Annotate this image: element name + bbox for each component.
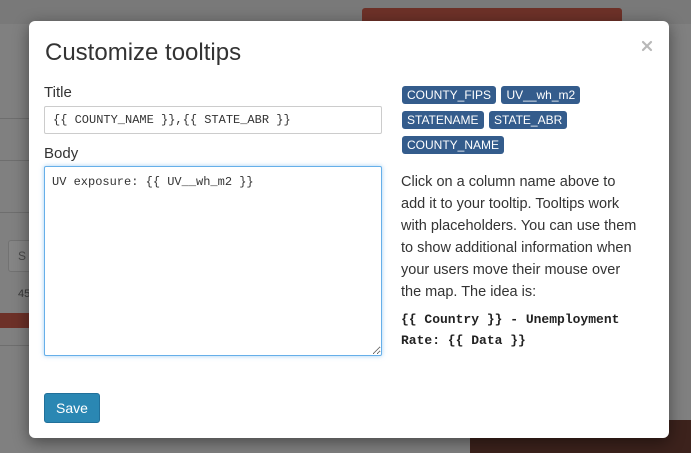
column-chip-statename[interactable]: STATENAME <box>402 111 484 129</box>
column-chips: COUNTY_FIPS UV__wh_m2 STATENAME STATE_AB… <box>402 86 642 161</box>
title-label: Title <box>44 84 72 101</box>
column-chip-county-name[interactable]: COUNTY_NAME <box>402 136 505 154</box>
customize-tooltips-dialog: Customize tooltips Title Body UV exposur… <box>29 21 669 438</box>
close-icon <box>641 40 653 52</box>
save-button[interactable]: Save <box>44 393 100 423</box>
column-chip-state-abr[interactable]: STATE_ABR <box>489 111 568 129</box>
dialog-title: Customize tooltips <box>45 39 242 66</box>
example-placeholder-text: {{ Country }} - Unemployment Rate: {{ Da… <box>401 312 620 348</box>
help-text: Click on a column name above to add it t… <box>401 174 637 300</box>
title-input[interactable] <box>44 106 382 134</box>
body-textarea[interactable]: UV exposure: {{ UV__wh_m2 }} <box>44 166 382 356</box>
column-chip-county-fips[interactable]: COUNTY_FIPS <box>402 86 497 104</box>
column-chip-uv-wh-m2[interactable]: UV__wh_m2 <box>501 86 581 104</box>
body-label: Body <box>44 145 79 162</box>
close-button[interactable] <box>641 39 655 53</box>
